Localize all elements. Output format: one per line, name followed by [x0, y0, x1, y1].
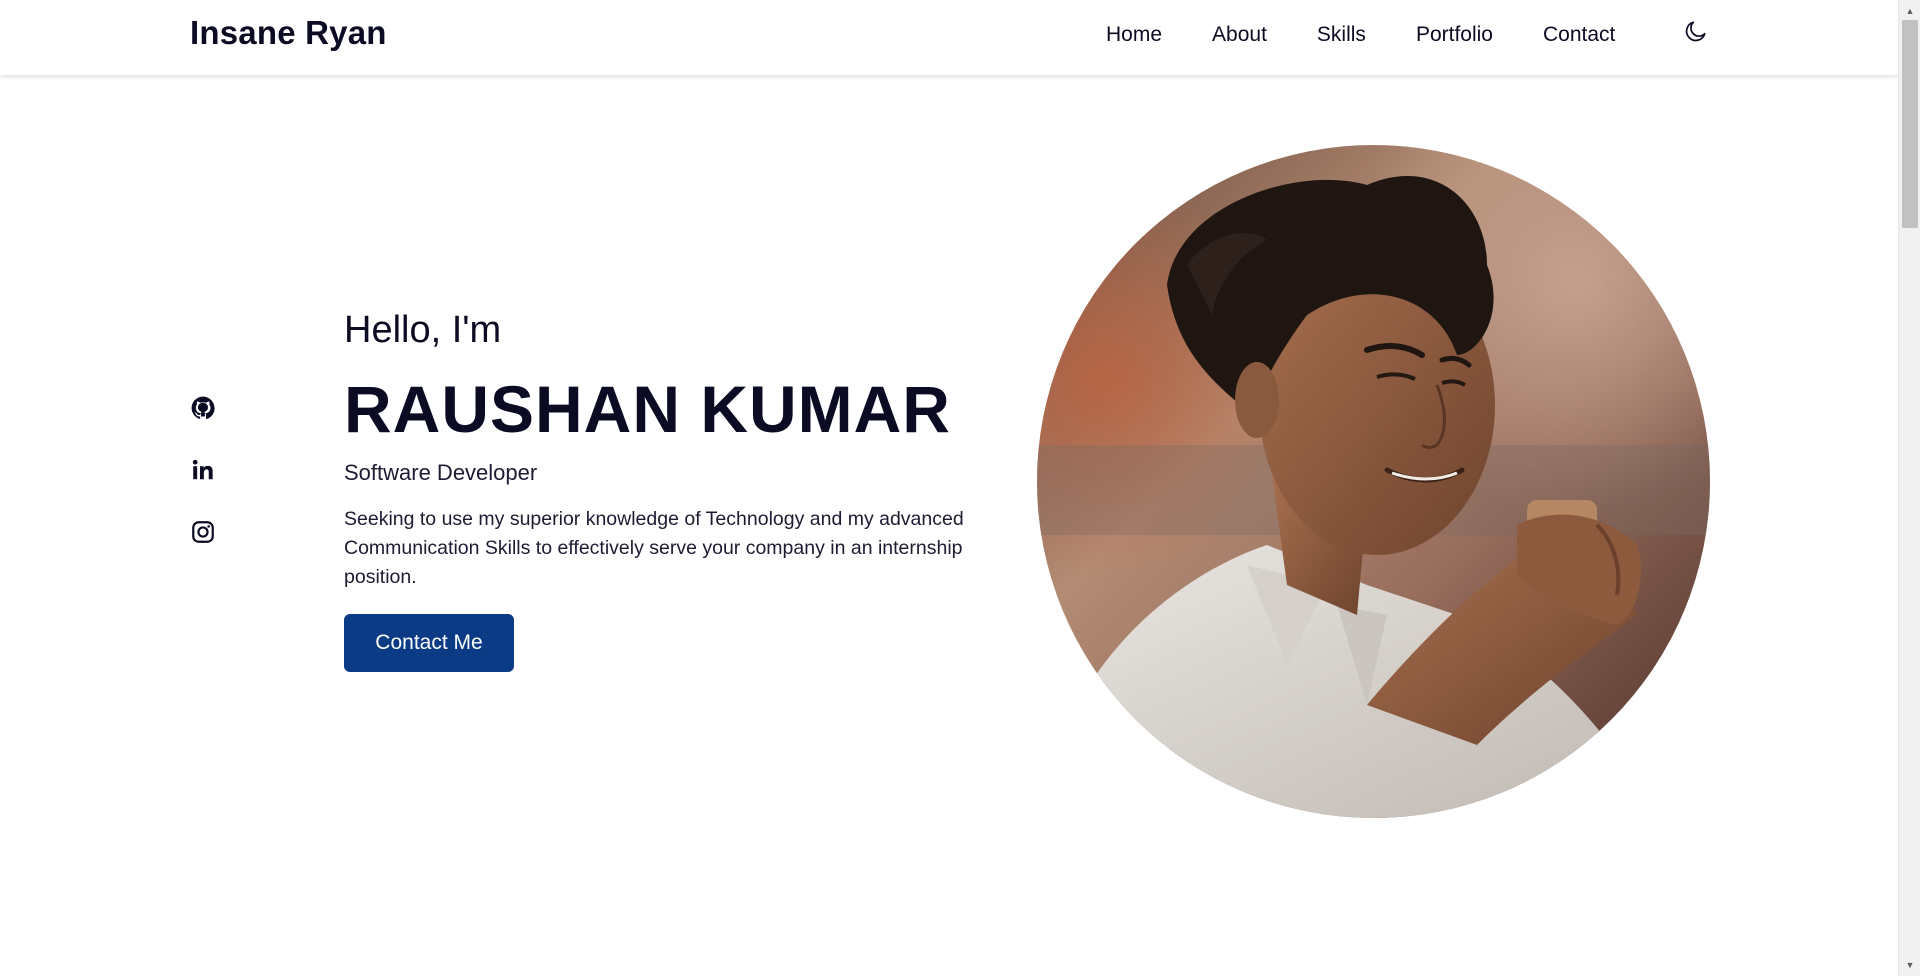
contact-me-button[interactable]: Contact Me: [344, 614, 514, 672]
instagram-icon[interactable]: [190, 519, 218, 547]
scrollbar-thumb[interactable]: [1902, 20, 1918, 228]
page: Insane Ryan Home About Skills Portfolio …: [0, 0, 1920, 976]
profile-photo: [1037, 145, 1710, 818]
nav-home-link[interactable]: Home: [1106, 23, 1162, 47]
brand-logo-text[interactable]: Insane Ryan: [190, 14, 387, 52]
social-links: [190, 395, 220, 581]
hero-name: RAUSHAN KUMAR: [344, 372, 951, 446]
page-scrollbar[interactable]: ▲ ▼: [1898, 0, 1920, 976]
linkedin-icon[interactable]: [190, 457, 218, 485]
hero-greeting: Hello, I'm: [344, 309, 502, 351]
hero-role: Software Developer: [344, 460, 538, 485]
nav-contact-link[interactable]: Contact: [1543, 23, 1615, 47]
scroll-up-arrow-icon[interactable]: ▲: [1899, 2, 1920, 20]
scroll-down-arrow-icon[interactable]: ▼: [1899, 956, 1920, 974]
nav-skills-link[interactable]: Skills: [1317, 23, 1366, 47]
site-header: Insane Ryan Home About Skills Portfolio …: [0, 0, 1898, 75]
hero-section: Hello, I'm RAUSHAN KUMAR Software Develo…: [344, 305, 1004, 672]
nav-about-link[interactable]: About: [1212, 23, 1267, 47]
nav-portfolio-link[interactable]: Portfolio: [1416, 23, 1493, 47]
hero-description: Seeking to use my superior knowledge of …: [344, 508, 964, 588]
main-nav: Home About Skills Portfolio Contact: [1106, 0, 1615, 70]
github-icon[interactable]: [190, 395, 218, 423]
moon-icon[interactable]: [1683, 18, 1709, 44]
